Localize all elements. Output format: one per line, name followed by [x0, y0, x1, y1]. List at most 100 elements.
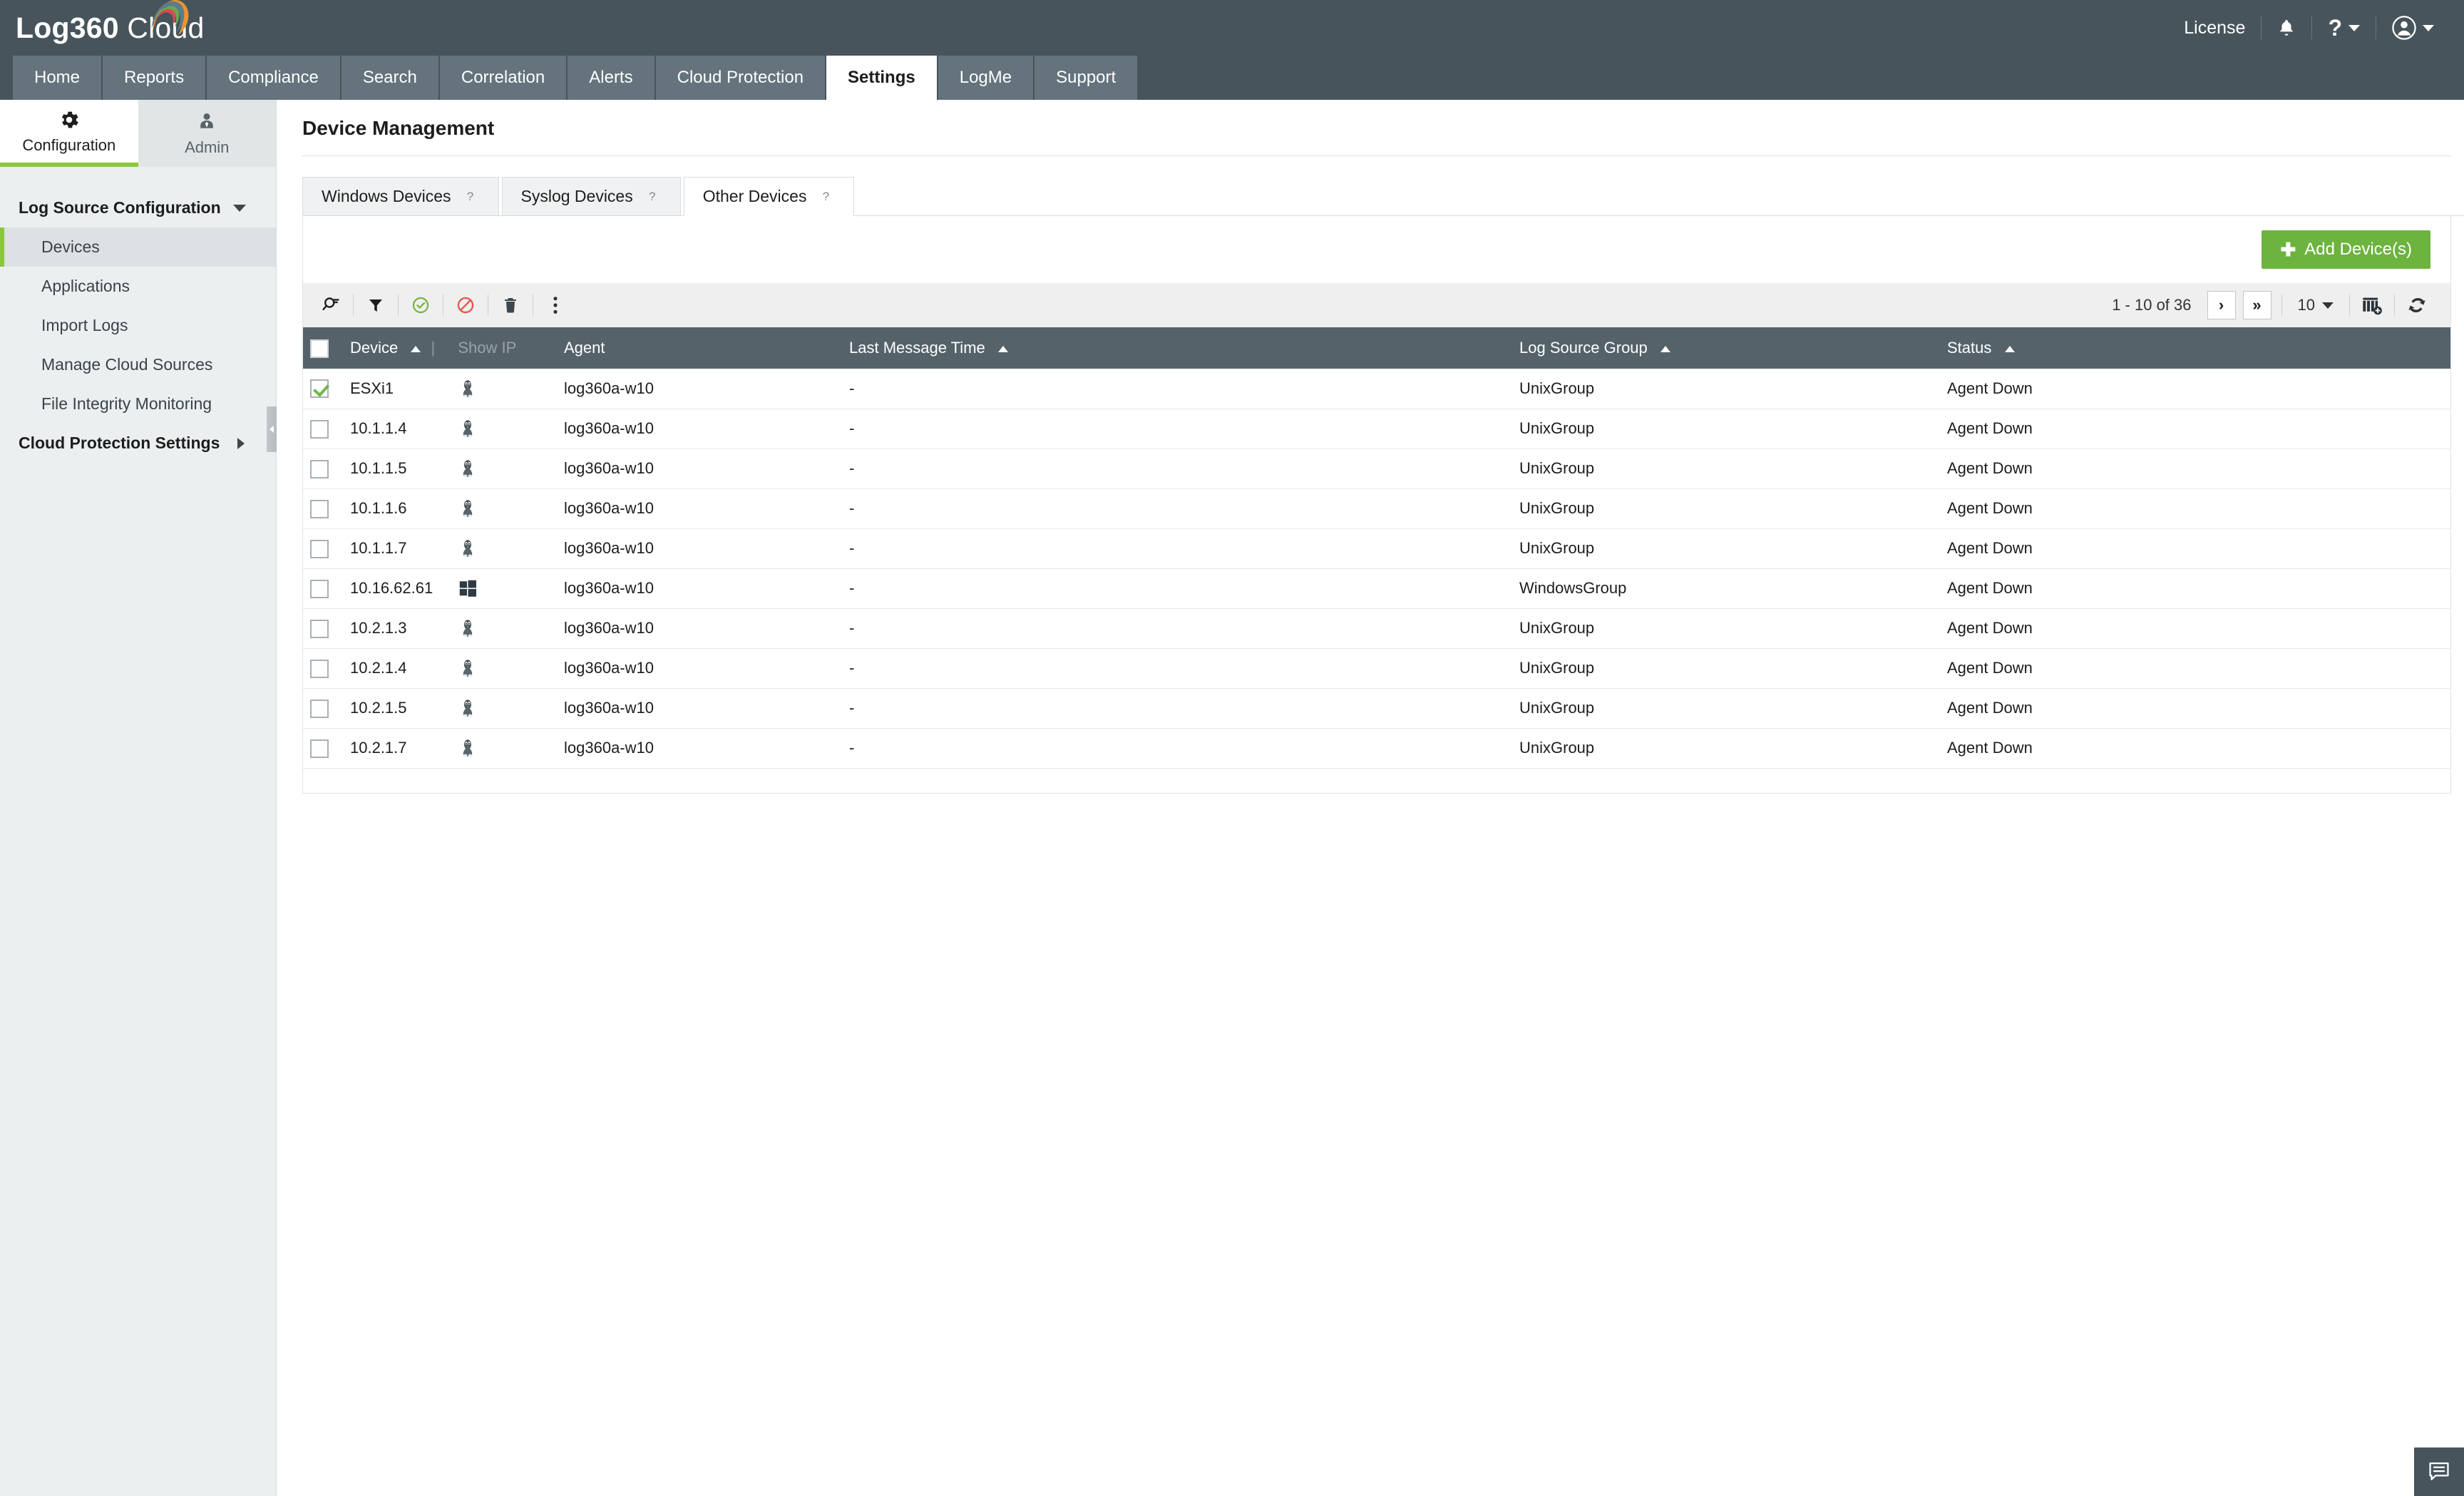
show-ip-link[interactable]: Show IP [458, 339, 516, 357]
select-all-header [303, 327, 343, 369]
nav-tab-cloud-protection[interactable]: Cloud Protection [655, 56, 827, 100]
row-checkbox[interactable] [310, 739, 329, 758]
row-checkbox[interactable] [310, 499, 329, 518]
main-navigation: Home Reports Compliance Search Correlation Al… [0, 56, 2464, 100]
cell-device: 10.1.1.5 [343, 449, 450, 489]
row-checkbox[interactable] [310, 619, 329, 638]
table-row[interactable]: 10.2.1.5 log360a-w10- UnixGroup Agent Down [303, 688, 2450, 729]
delete-trash-icon[interactable] [491, 289, 530, 322]
nav-tab-compliance[interactable]: Compliance [207, 56, 342, 100]
sidebar-section-cloud-protection-settings[interactable]: Cloud Protection Settings [0, 424, 276, 463]
cell-status: Agent Down [1940, 648, 2450, 689]
row-checkbox[interactable] [310, 699, 329, 718]
bell-icon[interactable] [2262, 11, 2311, 44]
help-circle-icon[interactable]: ? [643, 188, 662, 206]
row-checkbox[interactable] [310, 539, 329, 558]
column-settings-icon[interactable] [2353, 289, 2391, 322]
select-all-checkbox[interactable] [310, 339, 329, 358]
table-row[interactable]: 10.2.1.3 log360a-w10- UnixGroup Agent Down [303, 608, 2450, 649]
cell-agent: log360a-w10 [557, 648, 842, 689]
sidebar-item-manage-cloud-sources[interactable]: Manage Cloud Sources [0, 345, 276, 384]
sidebar-tab-configuration[interactable]: Configuration [0, 100, 138, 167]
content-area: Device Management Windows Devices? Syslog… [277, 100, 2464, 1496]
tab-label: Other Devices [702, 187, 807, 205]
column-label-agent: Agent [564, 339, 605, 357]
cell-device: 10.16.62.61 [343, 568, 450, 609]
add-device-button[interactable]: ✚ Add Device(s) [2262, 230, 2430, 269]
chat-bubble-icon[interactable] [2414, 1448, 2464, 1496]
column-header-device[interactable]: Device | Show IP [343, 327, 557, 369]
cell-log-source-group: UnixGroup [1512, 648, 1940, 689]
sidebar-section-label: Cloud Protection Settings [19, 434, 220, 452]
table-row[interactable]: 10.2.1.7 log360a-w10- UnixGroup Agent Down [303, 728, 2450, 769]
next-page-button[interactable]: › [2207, 291, 2236, 319]
row-checkbox[interactable] [310, 459, 329, 478]
brand-logo[interactable]: Log360 Cloud [16, 0, 204, 43]
table-row[interactable]: 10.1.1.7 log360a-w10- UnixGroup Agent Down [303, 528, 2450, 569]
sidebar-item-file-integrity-monitoring[interactable]: File Integrity Monitoring [0, 384, 276, 424]
nav-tab-home[interactable]: Home [13, 56, 103, 100]
row-checkbox[interactable] [310, 659, 329, 678]
table-row[interactable]: 10.1.1.4 log360a-w10- UnixGroup Agent Down [303, 409, 2450, 449]
last-page-button[interactable]: » [2242, 291, 2272, 319]
table-row[interactable]: 10.1.1.6 log360a-w10- UnixGroup Agent Down [303, 488, 2450, 529]
tab-syslog-devices[interactable]: Syslog Devices? [501, 177, 681, 215]
enable-check-icon[interactable] [401, 289, 440, 322]
cell-os-icon [450, 369, 557, 409]
sidebar-section-log-source-configuration[interactable]: Log Source Configuration [0, 188, 276, 227]
table-row[interactable]: 10.16.62.61 log360a-w10- WindowsGroup Agent… [303, 568, 2450, 609]
sidebar-item-import-logs[interactable]: Import Logs [0, 306, 276, 345]
row-checkbox[interactable] [310, 379, 329, 399]
license-link[interactable]: License [2168, 11, 2261, 44]
column-header-last-message-time[interactable]: Last Message Time [842, 327, 1512, 369]
table-row[interactable]: 10.1.1.5 log360a-w10- UnixGroup Agent Down [303, 449, 2450, 489]
chevron-down-icon [2423, 24, 2434, 31]
linux-icon [463, 460, 473, 478]
column-header-agent[interactable]: Agent [557, 327, 842, 369]
cell-agent: log360a-w10 [557, 568, 842, 609]
cell-agent: log360a-w10 [557, 528, 842, 569]
filter-icon[interactable] [356, 289, 395, 322]
nav-tab-correlation[interactable]: Correlation [439, 56, 568, 100]
cell-device: 10.1.1.6 [343, 488, 450, 529]
help-circle-icon[interactable]: ? [816, 188, 835, 206]
chevron-right-icon [237, 437, 245, 449]
column-header-status[interactable]: Status [1940, 327, 2450, 369]
user-menu[interactable] [2376, 11, 2450, 44]
nav-tab-settings[interactable]: Settings [826, 56, 938, 100]
nav-tab-logme[interactable]: LogMe [938, 56, 1035, 100]
cell-agent: log360a-w10 [557, 688, 842, 729]
question-mark-icon: ? [2328, 14, 2342, 41]
sidebar-collapse-handle[interactable] [267, 406, 277, 452]
tab-windows-devices[interactable]: Windows Devices? [302, 177, 499, 215]
row-select-cell [303, 449, 343, 489]
divider [2281, 294, 2282, 316]
cell-log-source-group: UnixGroup [1512, 608, 1940, 649]
help-menu[interactable]: ? [2312, 11, 2376, 44]
more-options-icon[interactable] [536, 289, 575, 322]
refresh-icon[interactable] [2398, 289, 2436, 322]
sidebar-tab-admin[interactable]: Admin [138, 100, 276, 167]
sidebar-item-applications[interactable]: Applications [0, 267, 276, 306]
disable-block-icon[interactable] [446, 289, 485, 322]
cell-log-source-group: UnixGroup [1512, 728, 1940, 769]
row-checkbox[interactable] [310, 579, 329, 598]
tab-other-devices[interactable]: Other Devices? [683, 177, 855, 216]
page-size-selector[interactable]: 10 [2285, 296, 2346, 314]
sidebar-item-devices[interactable]: Devices [0, 227, 276, 267]
search-icon[interactable] [312, 289, 350, 322]
row-checkbox[interactable] [310, 419, 329, 439]
cell-agent: log360a-w10 [557, 488, 842, 529]
column-header-log-source-group[interactable]: Log Source Group [1512, 327, 1940, 369]
help-circle-icon[interactable]: ? [461, 188, 480, 206]
nav-tab-support[interactable]: Support [1035, 56, 1139, 100]
table-row[interactable]: ESXi1 log360a-w10- UnixGroup Agent Down [303, 369, 2450, 409]
table-row[interactable]: 10.2.1.4 log360a-w10- UnixGroup Agent Down [303, 648, 2450, 689]
cell-agent: log360a-w10 [557, 608, 842, 649]
nav-tab-alerts[interactable]: Alerts [568, 56, 656, 100]
chevron-left-icon [270, 426, 274, 433]
nav-tab-search[interactable]: Search [341, 56, 440, 100]
cell-log-source-group: UnixGroup [1512, 528, 1940, 569]
nav-tab-reports[interactable]: Reports [103, 56, 207, 100]
devices-card: ✚ Add Device(s) 1 - 10 of 36 › » 10 Devi… [302, 216, 2451, 794]
